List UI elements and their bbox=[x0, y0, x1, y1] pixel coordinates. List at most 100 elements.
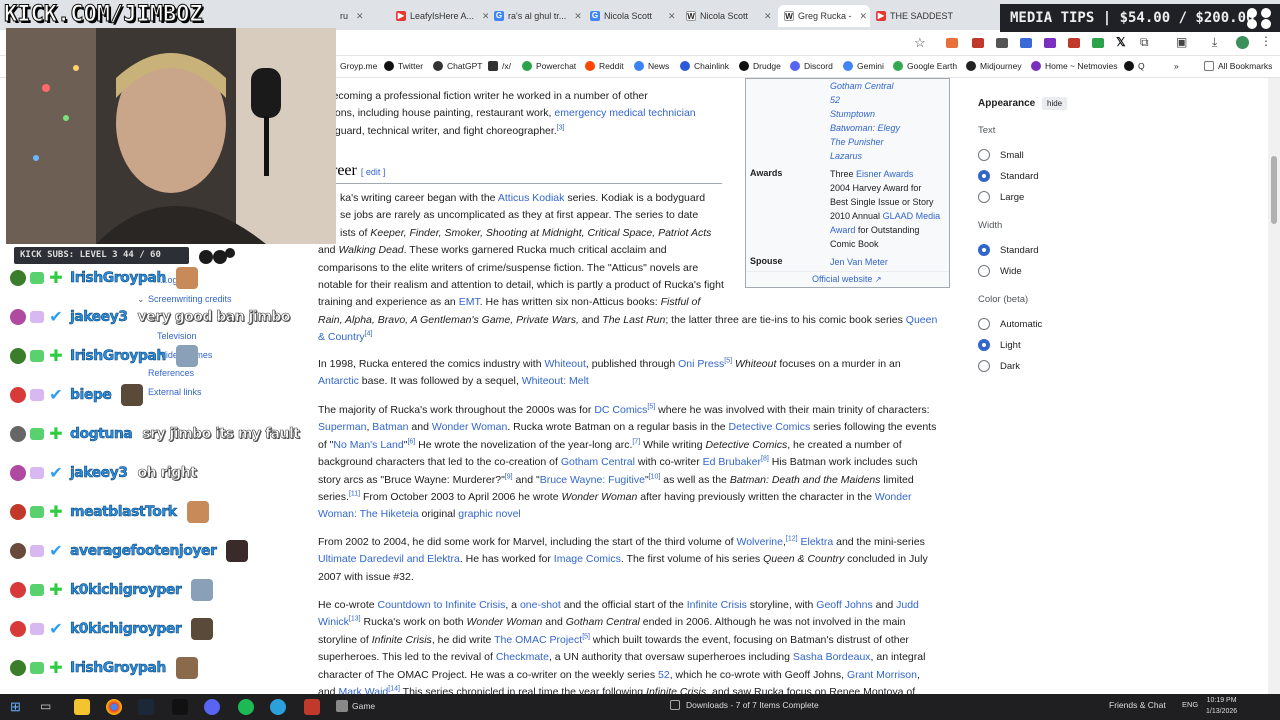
extension-icon[interactable] bbox=[1068, 38, 1080, 48]
bookmark-star-icon[interactable]: ☆ bbox=[914, 35, 926, 51]
friends-chat[interactable]: Friends & Chat bbox=[1109, 700, 1166, 710]
link-emt-2[interactable]: EMT bbox=[459, 296, 480, 308]
link-whiteout-melt[interactable]: Whiteout: Melt bbox=[522, 375, 589, 387]
bookmark-all[interactable]: All Bookmarks bbox=[1204, 61, 1272, 71]
link-elektra[interactable]: Elektra bbox=[801, 536, 834, 548]
bookmark-gemini[interactable]: Gemini bbox=[843, 61, 884, 71]
link-detective-comics[interactable]: Detective Comics bbox=[729, 421, 811, 433]
bookmark-google-earth[interactable]: Google Earth bbox=[893, 61, 957, 71]
bookmark-news[interactable]: News bbox=[634, 61, 669, 71]
link-whiteout[interactable]: Whiteout bbox=[544, 358, 585, 370]
bookmark-chainlink[interactable]: Chainlink bbox=[680, 61, 729, 71]
link-stumptown[interactable]: Stumptown bbox=[830, 107, 900, 121]
telegram-icon[interactable] bbox=[270, 699, 286, 715]
extension-icon[interactable] bbox=[946, 38, 958, 48]
link-punisher[interactable]: The Punisher bbox=[830, 135, 900, 149]
bookmark-chatgpt[interactable]: ChatGPT bbox=[433, 61, 482, 71]
link-glaad-award[interactable]: Award bbox=[830, 225, 855, 235]
bookmark-x[interactable]: /x/ bbox=[488, 61, 511, 71]
link-spouse[interactable]: Jen Van Meter bbox=[830, 255, 888, 269]
tab-4[interactable]: G Nicola Scott ✕ bbox=[590, 5, 680, 27]
bookmark-reddit[interactable]: Reddit bbox=[585, 61, 624, 71]
link-glaad[interactable]: GLAAD Media bbox=[883, 211, 941, 221]
link-queen-country[interactable]: Queen bbox=[906, 314, 938, 326]
link-wonder-woman[interactable]: Wonder Woman bbox=[432, 421, 507, 433]
chrome-icon[interactable] bbox=[106, 699, 122, 715]
chat-username[interactable]: meatblastTork bbox=[70, 504, 178, 521]
chat-username[interactable]: k0kichigroyper bbox=[70, 582, 182, 599]
radio-text-large[interactable]: Large bbox=[978, 191, 1024, 203]
language-indicator[interactable]: ENG bbox=[1182, 700, 1198, 709]
task-view-icon[interactable]: ▭ bbox=[40, 699, 51, 713]
downloads-status[interactable]: Downloads - 7 of 7 Items Complete bbox=[670, 700, 819, 710]
link-omac-project[interactable]: The OMAC Project bbox=[494, 634, 582, 646]
close-icon[interactable]: ✕ bbox=[668, 11, 676, 22]
x-icon[interactable]: 𝕏 bbox=[1116, 35, 1126, 49]
tab-3[interactable]: Gra's al ghul tr... ✕ bbox=[494, 5, 584, 27]
discord-icon[interactable] bbox=[204, 699, 220, 715]
link-one-shot[interactable]: one-shot bbox=[520, 599, 561, 611]
link-52[interactable]: 52 bbox=[658, 669, 670, 681]
link-no-mans-land[interactable]: No Man's Land bbox=[333, 439, 403, 451]
tab-2[interactable]: ▶ LeafyIsHere A... ✕ bbox=[396, 5, 488, 27]
link-emt[interactable]: emergency medical technician bbox=[554, 107, 695, 119]
tab-6-active[interactable]: W Greg Rucka - ✕ bbox=[778, 5, 870, 27]
chat-username[interactable]: IrishGroypah bbox=[70, 660, 167, 677]
tab-1[interactable]: ru ✕ bbox=[340, 5, 364, 27]
chat-username[interactable]: averagefootenjoyer bbox=[70, 543, 217, 560]
chat-username[interactable]: jakeey3 bbox=[70, 465, 129, 482]
link-antarctic[interactable]: Antarctic bbox=[318, 375, 359, 387]
link-countdown[interactable]: Countdown to Infinite Crisis bbox=[378, 599, 506, 611]
extension-icon[interactable] bbox=[1020, 38, 1032, 48]
obs-icon[interactable] bbox=[172, 699, 188, 715]
sidepanel-icon[interactable]: ▣ bbox=[1176, 35, 1187, 49]
toc-item-television[interactable]: Television bbox=[157, 331, 197, 341]
link-infinite-crisis[interactable]: Infinite Crisis bbox=[687, 599, 747, 611]
link-queen-country-2[interactable]: & Country bbox=[318, 331, 365, 343]
link-graphic-novel[interactable]: graphic novel bbox=[458, 508, 520, 520]
extension-icon[interactable] bbox=[996, 38, 1008, 48]
toc-item-external-links[interactable]: External links bbox=[148, 387, 202, 397]
link-gotham-central[interactable]: Gotham Central bbox=[561, 456, 635, 468]
chat-username[interactable]: dogtuna bbox=[70, 426, 133, 443]
link-batman[interactable]: Batman bbox=[372, 421, 408, 433]
taskbar-game-item[interactable]: Game bbox=[336, 700, 375, 712]
link-wonder-hiketeia[interactable]: Wonder bbox=[875, 491, 912, 503]
link-geoff-johns[interactable]: Geoff Johns bbox=[816, 599, 872, 611]
link-oni-press[interactable]: Oni Press bbox=[678, 358, 724, 370]
link-atticus-kodiak[interactable]: Atticus Kodiak bbox=[498, 192, 565, 204]
chat-username[interactable]: jakeey3 bbox=[70, 309, 129, 326]
chat-username[interactable]: IrishGroypah bbox=[70, 348, 167, 365]
link-winick[interactable]: Winick bbox=[318, 616, 349, 628]
link-sasha-bordeaux[interactable]: Sasha Bordeaux bbox=[793, 651, 871, 663]
bookmark-discord[interactable]: Discord bbox=[790, 61, 833, 71]
official-website-link[interactable]: Official website ↗ bbox=[812, 274, 882, 284]
close-icon[interactable]: ✕ bbox=[860, 11, 868, 22]
hide-button[interactable]: hide bbox=[1042, 97, 1068, 110]
radio-width-standard[interactable]: Standard bbox=[978, 244, 1039, 256]
radio-width-wide[interactable]: Wide bbox=[978, 265, 1022, 277]
link-eisner-awards[interactable]: Eisner Awards bbox=[856, 169, 913, 179]
chat-username[interactable]: biepe bbox=[70, 387, 112, 404]
link-bruce-wayne-fugitive[interactable]: Bruce Wayne: Fugitive bbox=[540, 474, 645, 486]
link-hiketeia[interactable]: Woman: The Hiketeia bbox=[318, 508, 419, 520]
bookmark-twitter[interactable]: Twitter bbox=[384, 61, 423, 71]
link-lazarus[interactable]: Lazarus bbox=[830, 149, 900, 163]
chevron-right-icon[interactable]: » bbox=[1174, 61, 1179, 71]
link-ed-brubaker[interactable]: Ed Brubaker bbox=[703, 456, 761, 468]
close-icon[interactable]: ✕ bbox=[356, 11, 364, 22]
profile-avatar[interactable] bbox=[1236, 36, 1249, 49]
toc-item-references[interactable]: References bbox=[148, 368, 194, 378]
link-wolverine[interactable]: Wolverine bbox=[736, 536, 783, 548]
radio-color-light[interactable]: Light bbox=[978, 339, 1021, 351]
scrollbar-thumb[interactable] bbox=[1271, 156, 1277, 224]
bookmark-powerchat[interactable]: Powerchat bbox=[522, 61, 576, 71]
radio-color-dark[interactable]: Dark bbox=[978, 360, 1020, 372]
clock[interactable]: 10:19 PM 1/13/2026 bbox=[1206, 695, 1237, 717]
link-checkmate[interactable]: Checkmate bbox=[496, 651, 549, 663]
link-judd-winick[interactable]: Judd bbox=[896, 599, 919, 611]
link-gotham-central[interactable]: Gotham Central bbox=[830, 79, 900, 93]
menu-kebab-icon[interactable]: ⋮ bbox=[1260, 34, 1272, 48]
link-dc-comics[interactable]: DC Comics bbox=[594, 404, 647, 416]
chevron-down-icon[interactable]: ⌄ bbox=[137, 294, 145, 305]
